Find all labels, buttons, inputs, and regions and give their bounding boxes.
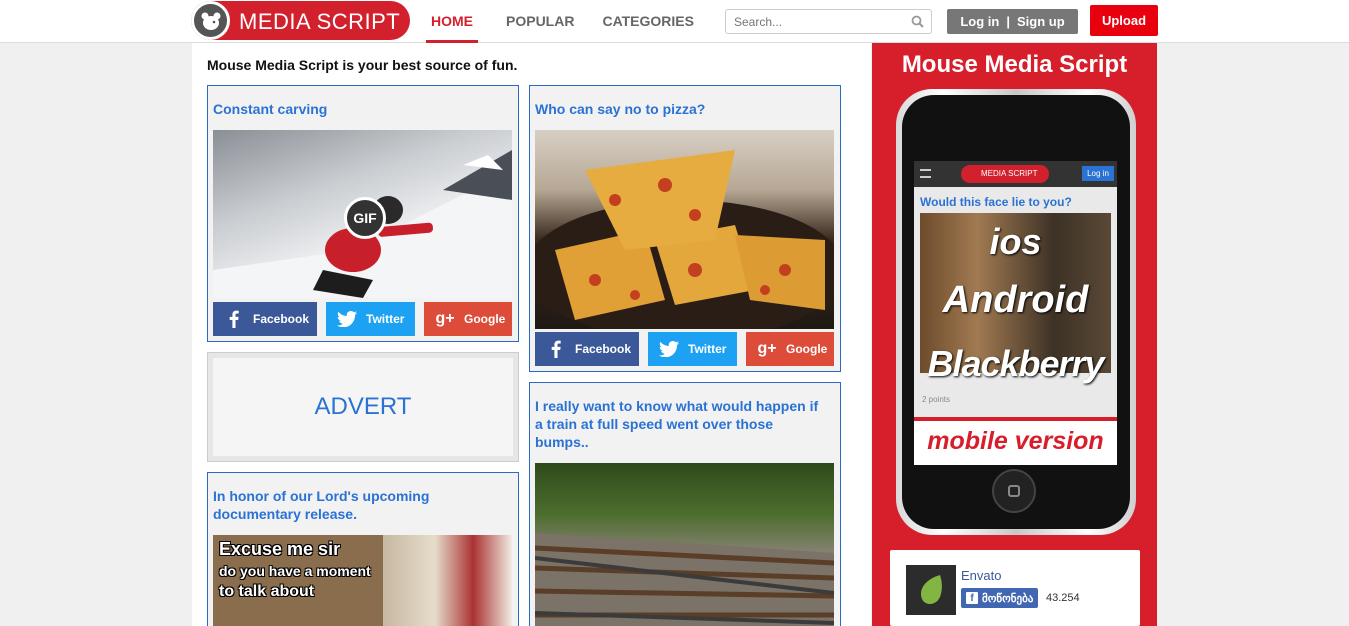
phone-menu-icon (920, 169, 931, 178)
mobile-version-label: mobile version (927, 427, 1104, 455)
main-nav: HOME POPULAR CATEGORIES (426, 0, 722, 43)
phone-post-title: Would this face lie to you? (920, 195, 1072, 209)
post-image[interactable] (535, 130, 834, 329)
post-title[interactable]: Constant carving (213, 100, 513, 118)
overlay-ios: ios (989, 221, 1042, 262)
mouse-logo-icon (191, 1, 230, 40)
phone-screen: MEDIA SCRIPT Log in Would this face lie … (914, 161, 1117, 465)
facebook-share-button[interactable]: Facebook (213, 302, 317, 336)
like-count: 43.254 (1046, 592, 1080, 604)
advert-box: ADVERT (207, 352, 519, 462)
facebook-icon (219, 310, 249, 328)
overlay-android: Android (942, 279, 1089, 321)
google-label: Google (786, 342, 828, 356)
meme-door (383, 535, 512, 626)
meme-line-1: Excuse me sir (219, 539, 341, 559)
google-label: Google (464, 312, 506, 326)
post-image[interactable] (535, 463, 834, 626)
site-logo[interactable]: MEDIA SCRIPT (191, 1, 410, 40)
phone-login-button: Log in (1082, 166, 1114, 181)
facebook-small-icon: f (966, 592, 978, 604)
login-link[interactable]: Log in (960, 14, 999, 29)
nav-categories[interactable]: CATEGORIES (602, 0, 694, 43)
train-tracks-illustration (535, 533, 834, 626)
gif-badge[interactable]: GIF (344, 197, 386, 239)
post-card: I really want to know what would happen … (529, 382, 841, 626)
auth-buttons: Log in | Sign up (947, 9, 1078, 34)
search-box (725, 9, 932, 34)
like-label: მოწონება (982, 592, 1034, 605)
post-card: Constant carving GIF Facebook Twitter g+… (207, 85, 519, 342)
facebook-label: Facebook (253, 312, 310, 326)
search-input[interactable] (726, 10, 896, 33)
upload-button[interactable]: Upload (1090, 5, 1158, 36)
phone-home-button (992, 469, 1036, 513)
nav-home[interactable]: HOME (426, 0, 478, 43)
phone-mockup[interactable]: MEDIA SCRIPT Log in Would this face lie … (896, 89, 1136, 535)
phone-points: 2 points (922, 395, 951, 404)
overlay-blackberry: Blackberry (927, 343, 1104, 384)
mobile-version-banner: mobile version (914, 417, 1117, 465)
signup-link[interactable]: Sign up (1017, 14, 1065, 29)
sidebar-promo: Mouse Media Script MEDIA SCRIPT Log in W… (872, 43, 1157, 626)
post-title[interactable]: In honor of our Lord's upcoming document… (213, 487, 513, 523)
post-image[interactable]: Excuse me sir do you have a moment to ta… (213, 535, 512, 626)
post-image[interactable]: GIF (213, 130, 512, 298)
page-name-link[interactable]: Envato (961, 568, 1001, 583)
twitter-label: Twitter (366, 312, 405, 326)
nav-popular[interactable]: POPULAR (506, 0, 574, 43)
post-card: Who can say no to pizza? Facebook Twitte… (529, 85, 841, 372)
site-tagline: Mouse Media Script is your best source o… (207, 57, 518, 73)
phone-logo: MEDIA SCRIPT (961, 165, 1049, 183)
post-title[interactable]: Who can say no to pizza? (535, 100, 835, 118)
google-plus-icon: g+ (435, 310, 455, 327)
phone-topbar: MEDIA SCRIPT Log in (914, 161, 1117, 187)
facebook-icon (541, 340, 571, 358)
google-plus-icon: g+ (757, 340, 777, 357)
twitter-icon (654, 341, 684, 357)
twitter-icon (332, 311, 362, 327)
twitter-label: Twitter (688, 342, 727, 356)
envato-leaf-icon[interactable] (906, 565, 956, 615)
home-square-icon (1008, 485, 1020, 497)
search-icon[interactable] (911, 15, 924, 33)
meme-line-3: to talk about (219, 583, 315, 600)
facebook-page-widget: Envato f მოწონება 43.254 (890, 550, 1140, 626)
google-share-button[interactable]: g+ Google (746, 332, 834, 366)
twitter-share-button[interactable]: Twitter (648, 332, 737, 366)
meme-line-2: do you have a moment (219, 563, 371, 579)
promo-title: Mouse Media Script (901, 51, 1128, 78)
post-title[interactable]: I really want to know what would happen … (535, 397, 825, 451)
auth-separator: | (1006, 14, 1010, 29)
facebook-share-button[interactable]: Facebook (535, 332, 639, 366)
facebook-label: Facebook (575, 342, 632, 356)
advert-label[interactable]: ADVERT (213, 358, 513, 456)
twitter-share-button[interactable]: Twitter (326, 302, 415, 336)
facebook-like-button[interactable]: f მოწონება (961, 588, 1039, 608)
logo-text: MEDIA SCRIPT (239, 9, 401, 34)
pizza-illustration (535, 150, 834, 329)
google-share-button[interactable]: g+ Google (424, 302, 512, 336)
top-bar: MEDIA SCRIPT HOME POPULAR CATEGORIES Log… (0, 0, 1349, 43)
post-card: In honor of our Lord's upcoming document… (207, 472, 519, 626)
